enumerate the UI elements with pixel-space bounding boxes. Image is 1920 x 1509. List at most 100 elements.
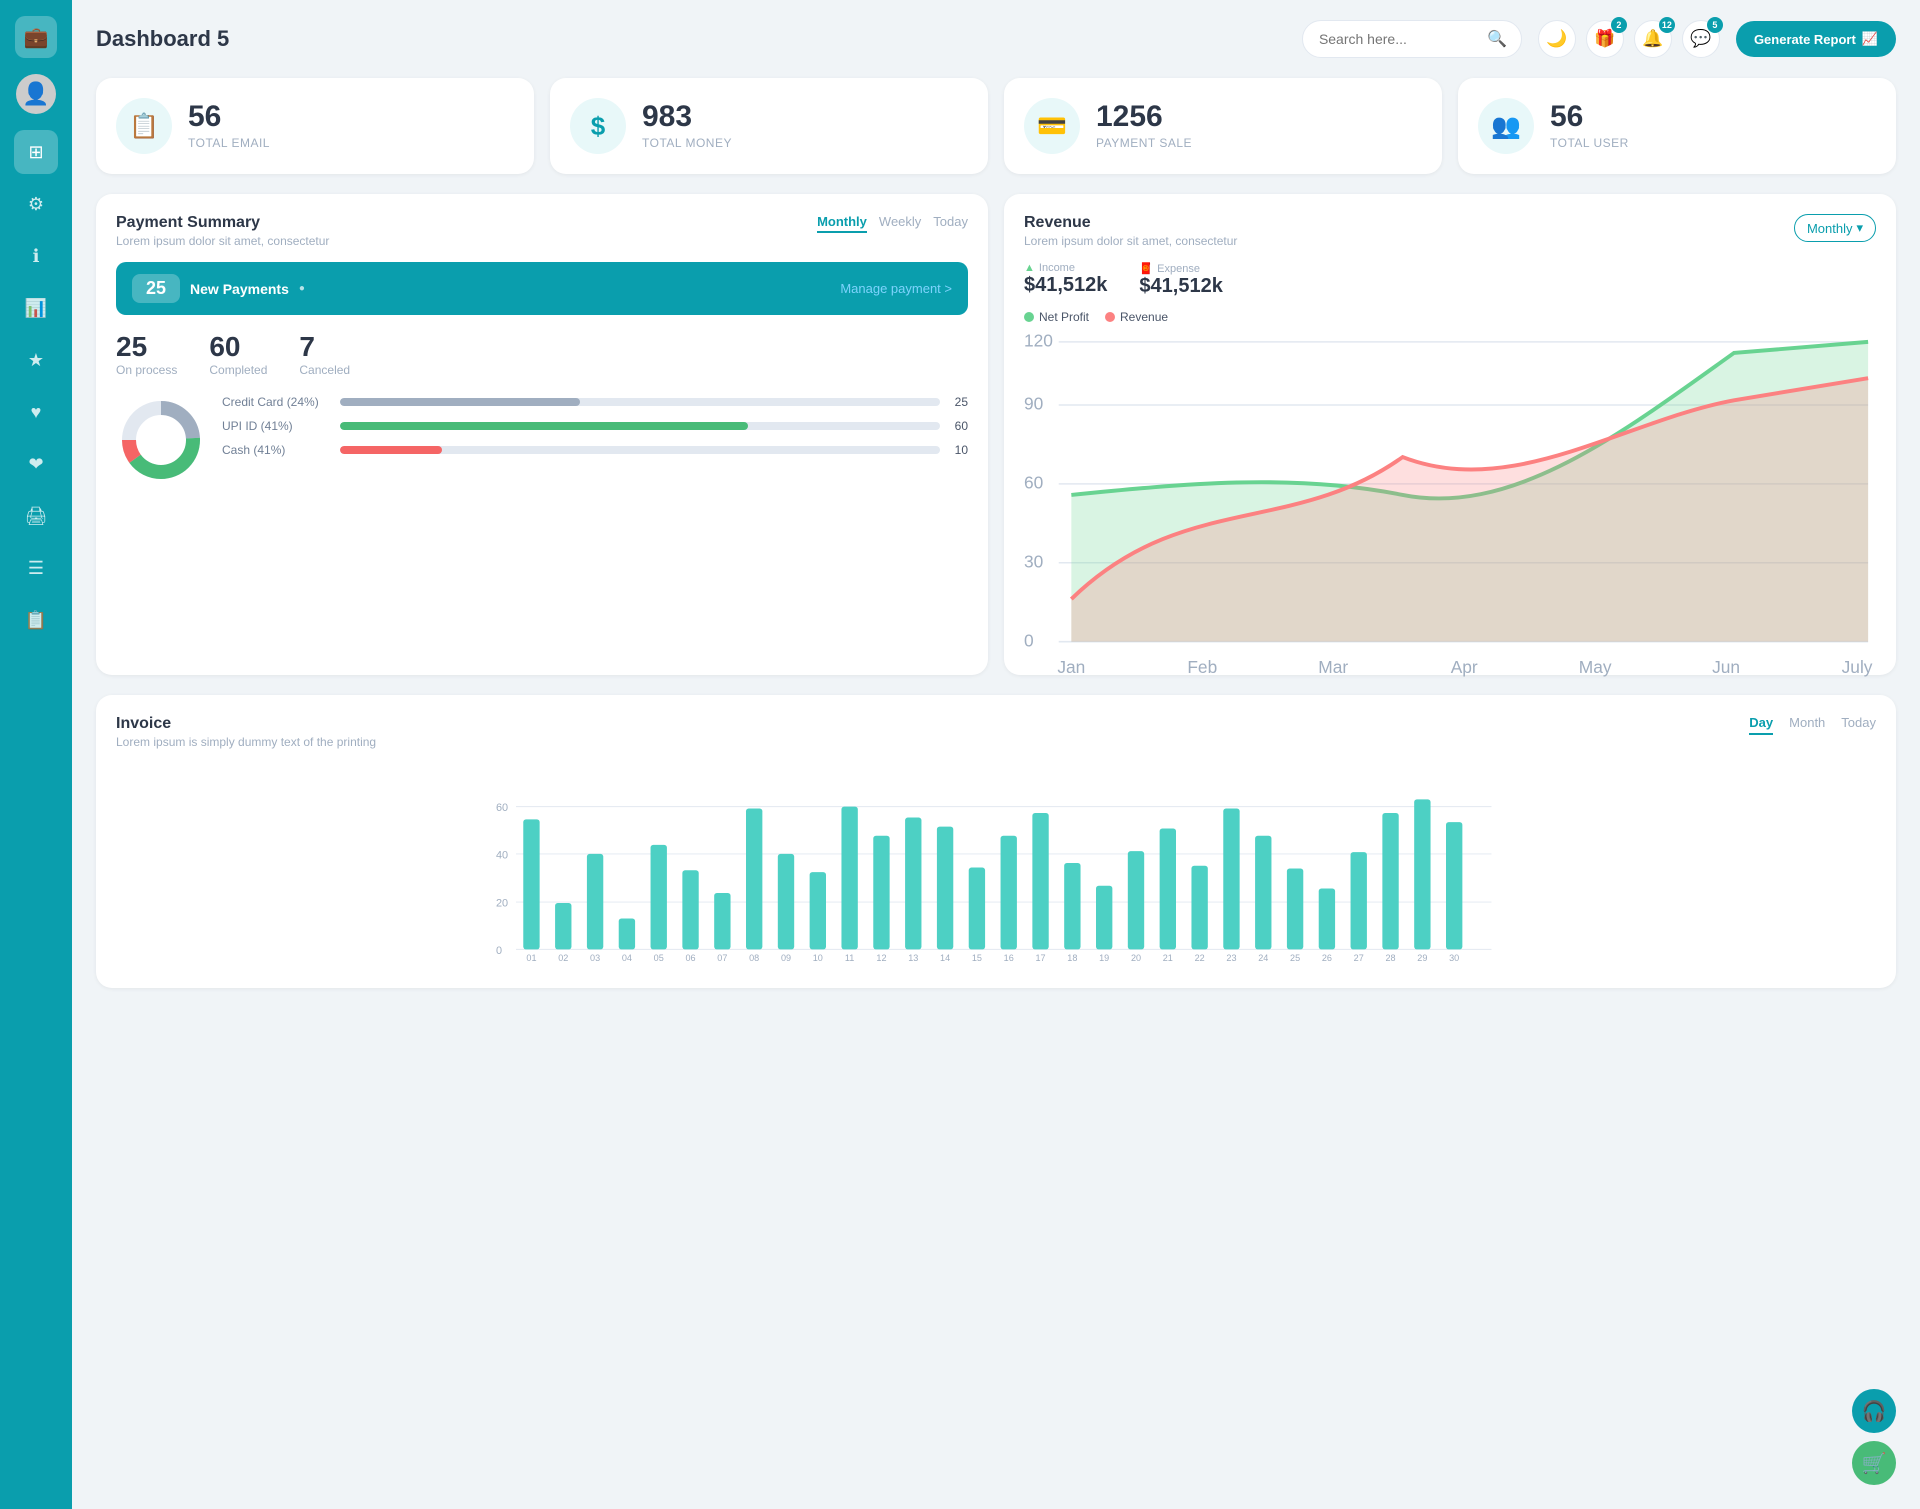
invoice-tab-month[interactable]: Month [1789, 715, 1825, 735]
sidebar-item-analytics[interactable]: 📊 [14, 286, 58, 330]
revenue-title: Revenue [1024, 214, 1237, 232]
stat-numbers-row: 25 On process 60 Completed 7 Canceled [116, 331, 968, 377]
payment-summary-header: Payment Summary Lorem ipsum dolor sit am… [116, 214, 968, 248]
new-payments-count: 25 [132, 274, 180, 303]
svg-text:24: 24 [1258, 953, 1268, 963]
stats-row: 📋 56 TOTAL EMAIL $ 983 TOTAL MONEY 💳 125… [96, 78, 1896, 174]
messages-badge: 5 [1707, 17, 1723, 33]
svg-text:15: 15 [972, 953, 982, 963]
sidebar-logo[interactable]: 💼 [15, 16, 57, 58]
svg-text:22: 22 [1195, 953, 1205, 963]
invoice-titles: Invoice Lorem ipsum is simply dummy text… [116, 715, 376, 749]
sidebar-item-list[interactable]: ☰ [14, 546, 58, 590]
tab-weekly[interactable]: Weekly [879, 214, 921, 233]
gift-button[interactable]: 🎁 2 [1586, 20, 1624, 58]
tab-today[interactable]: Today [933, 214, 968, 233]
search-box[interactable]: 🔍 [1302, 20, 1522, 58]
donut-chart [116, 395, 206, 485]
theme-toggle-button[interactable]: 🌙 [1538, 20, 1576, 58]
svg-text:17: 17 [1035, 953, 1045, 963]
generate-report-button[interactable]: Generate Report 📈 [1736, 21, 1896, 57]
legend-net-profit: Net Profit [1024, 310, 1089, 324]
sidebar-item-star[interactable]: ★ [14, 338, 58, 382]
headset-icon: 🎧 [1862, 1399, 1887, 1424]
bell-icon: 🔔 [1642, 29, 1663, 49]
user-number: 56 [1550, 102, 1629, 132]
svg-text:Apr: Apr [1451, 657, 1478, 677]
cart-icon: 🛒 [1862, 1451, 1887, 1476]
stat-info-payment: 1256 PAYMENT SALE [1096, 102, 1192, 150]
payment-icon: 💳 [1024, 98, 1080, 154]
stat-canceled: 7 Canceled [299, 331, 350, 377]
monthly-label: Monthly [1807, 221, 1853, 236]
svg-text:18: 18 [1067, 953, 1077, 963]
stat-card-email: 📋 56 TOTAL EMAIL [96, 78, 534, 174]
stat-card-user: 👥 56 TOTAL USER [1458, 78, 1896, 174]
headset-float-button[interactable]: 🎧 [1852, 1389, 1896, 1433]
sidebar-avatar[interactable]: 👤 [16, 74, 56, 114]
sidebar-item-dashboard[interactable]: ⊞ [14, 130, 58, 174]
svg-text:03: 03 [590, 953, 600, 963]
sidebar-item-docs[interactable]: 📋 [14, 598, 58, 642]
cart-float-button[interactable]: 🛒 [1852, 1441, 1896, 1485]
income-value: $41,512k [1024, 274, 1107, 297]
svg-text:30: 30 [1449, 953, 1459, 963]
svg-text:21: 21 [1163, 953, 1173, 963]
svg-text:0: 0 [496, 944, 502, 956]
money-label: TOTAL MONEY [642, 136, 732, 150]
svg-text:0: 0 [1024, 630, 1034, 650]
search-icon[interactable]: 🔍 [1487, 29, 1507, 49]
money-number: 983 [642, 102, 732, 132]
revenue-titles: Revenue Lorem ipsum dolor sit amet, cons… [1024, 214, 1237, 248]
revenue-legend: Net Profit Revenue [1024, 310, 1876, 324]
generate-report-label: Generate Report [1754, 32, 1856, 47]
user-label: TOTAL USER [1550, 136, 1629, 150]
cash-label: Cash (41%) [222, 443, 332, 457]
sidebar-item-heart2[interactable]: ❤ [14, 442, 58, 486]
revenue-label: Revenue [1120, 310, 1168, 324]
notifications-button[interactable]: 🔔 12 [1634, 20, 1672, 58]
sidebar-item-settings[interactable]: ⚙ [14, 182, 58, 226]
payment-label: PAYMENT SALE [1096, 136, 1192, 150]
svg-text:20: 20 [496, 897, 508, 909]
svg-text:30: 30 [1024, 552, 1043, 572]
payment-number: 1256 [1096, 102, 1192, 132]
search-input[interactable] [1319, 31, 1479, 47]
sidebar: 💼 👤 ⊞ ⚙ ℹ 📊 ★ ♥ ❤ 🖨 ☰ 📋 [0, 0, 72, 1509]
sidebar-item-info[interactable]: ℹ [14, 234, 58, 278]
email-icon: 📋 [116, 98, 172, 154]
svg-text:60: 60 [496, 802, 508, 814]
gift-badge: 2 [1611, 17, 1627, 33]
manage-payment-link[interactable]: Manage payment > [840, 281, 952, 296]
income-label: ▲ Income [1024, 262, 1107, 274]
header-icons: 🌙 🎁 2 🔔 12 💬 5 [1538, 20, 1720, 58]
revenue-monthly-dropdown[interactable]: Monthly ▾ [1794, 214, 1876, 242]
invoice-tab-day[interactable]: Day [1749, 715, 1773, 735]
stat-card-money: $ 983 TOTAL MONEY [550, 78, 988, 174]
legend-revenue: Revenue [1105, 310, 1168, 324]
sidebar-item-heart[interactable]: ♥ [14, 390, 58, 434]
expense-stat: 🧧 Expense $41,512k [1139, 262, 1222, 298]
svg-text:13: 13 [908, 953, 918, 963]
revenue-dot [1105, 312, 1115, 322]
sidebar-item-print[interactable]: 🖨 [14, 494, 58, 538]
svg-text:60: 60 [1024, 473, 1043, 493]
credit-card-value: 25 [948, 395, 968, 409]
stat-info-user: 56 TOTAL USER [1550, 102, 1629, 150]
svg-text:05: 05 [654, 953, 664, 963]
svg-text:Mar: Mar [1318, 657, 1348, 677]
email-number: 56 [188, 102, 270, 132]
cash-fill [340, 446, 442, 454]
upi-fill [340, 422, 748, 430]
svg-text:90: 90 [1024, 394, 1043, 414]
tab-monthly[interactable]: Monthly [817, 214, 867, 233]
new-payments-dot: ● [299, 283, 305, 294]
messages-button[interactable]: 💬 5 [1682, 20, 1720, 58]
credit-card-label: Credit Card (24%) [222, 395, 332, 409]
invoice-tab-today[interactable]: Today [1841, 715, 1876, 735]
svg-text:27: 27 [1354, 953, 1364, 963]
svg-text:08: 08 [749, 953, 759, 963]
svg-text:16: 16 [1004, 953, 1014, 963]
email-label: TOTAL EMAIL [188, 136, 270, 150]
revenue-card: Revenue Lorem ipsum dolor sit amet, cons… [1004, 194, 1896, 675]
